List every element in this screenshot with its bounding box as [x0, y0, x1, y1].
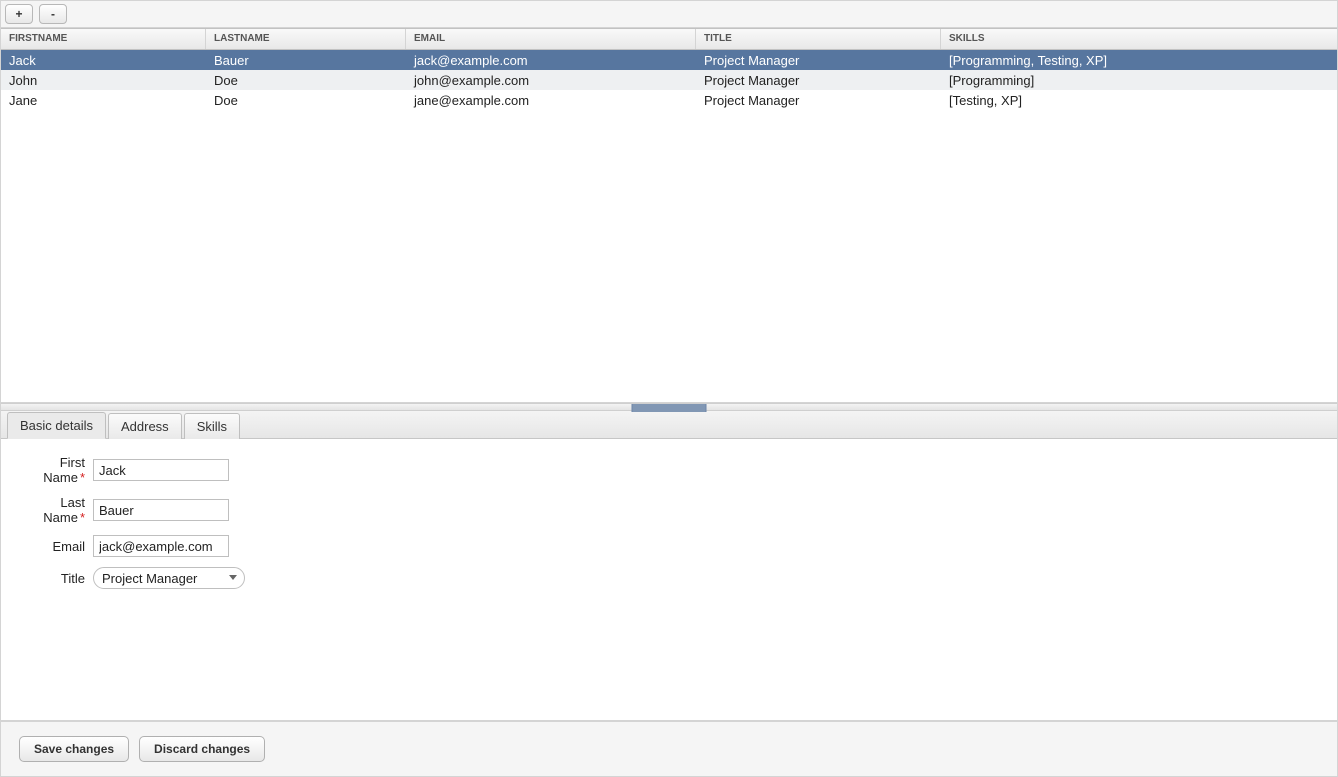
grid-header: FirstName LastName Email Title Skills	[1, 28, 1337, 50]
field-row-email: Email	[19, 535, 1319, 557]
cell-lastname: Doe	[206, 71, 406, 90]
cell-email: jack@example.com	[406, 51, 696, 70]
cell-skills: [Programming]	[941, 71, 1337, 90]
form-basic-details: First Name* Last Name* Email Title	[1, 439, 1337, 720]
field-row-first-name: First Name*	[19, 455, 1319, 485]
cell-firstname: Jack	[1, 51, 206, 70]
tab-skills[interactable]: Skills	[184, 413, 240, 439]
cell-title: Project Manager	[696, 91, 941, 110]
first-name-field[interactable]	[93, 459, 229, 481]
label-first-name: First Name*	[19, 455, 93, 485]
label-last-name: Last Name*	[19, 495, 93, 525]
app-shell: + - FirstName LastName Email Title Skill…	[0, 0, 1338, 777]
table-row[interactable]: John Doe john@example.com Project Manage…	[1, 70, 1337, 90]
title-select[interactable]: Project Manager	[93, 567, 245, 589]
table-row[interactable]: Jane Doe jane@example.com Project Manage…	[1, 90, 1337, 110]
field-row-last-name: Last Name*	[19, 495, 1319, 525]
save-button[interactable]: Save changes	[19, 736, 129, 762]
cell-title: Project Manager	[696, 71, 941, 90]
chevron-down-icon	[226, 571, 240, 585]
toolbar: + -	[1, 1, 1337, 28]
tab-address[interactable]: Address	[108, 413, 182, 439]
column-header-skills[interactable]: Skills	[941, 29, 1337, 49]
detail-panel: Basic details Address Skills First Name*…	[1, 411, 1337, 721]
data-grid: FirstName LastName Email Title Skills Ja…	[1, 28, 1337, 403]
cell-email: john@example.com	[406, 71, 696, 90]
column-header-title[interactable]: Title	[696, 29, 941, 49]
label-email: Email	[19, 539, 93, 554]
cell-skills: [Programming, Testing, XP]	[941, 51, 1337, 70]
add-button[interactable]: +	[5, 4, 33, 24]
split-handle[interactable]	[1, 403, 1337, 411]
cell-lastname: Doe	[206, 91, 406, 110]
cell-lastname: Bauer	[206, 51, 406, 70]
grid-body: Jack Bauer jack@example.com Project Mana…	[1, 50, 1337, 402]
cell-title: Project Manager	[696, 51, 941, 70]
table-row[interactable]: Jack Bauer jack@example.com Project Mana…	[1, 50, 1337, 70]
cell-skills: [Testing, XP]	[941, 91, 1337, 110]
column-header-firstname[interactable]: FirstName	[1, 29, 206, 49]
label-title: Title	[19, 571, 93, 586]
cell-email: jane@example.com	[406, 91, 696, 110]
cell-firstname: John	[1, 71, 206, 90]
footer-actions: Save changes Discard changes	[1, 721, 1337, 776]
remove-button[interactable]: -	[39, 4, 67, 24]
tab-basic-details[interactable]: Basic details	[7, 412, 106, 439]
field-row-title: Title Project Manager	[19, 567, 1319, 589]
column-header-email[interactable]: Email	[406, 29, 696, 49]
tab-bar: Basic details Address Skills	[1, 411, 1337, 439]
column-header-lastname[interactable]: LastName	[206, 29, 406, 49]
title-select-value: Project Manager	[102, 571, 226, 586]
split-grip[interactable]	[632, 404, 707, 412]
discard-button[interactable]: Discard changes	[139, 736, 265, 762]
last-name-field[interactable]	[93, 499, 229, 521]
cell-firstname: Jane	[1, 91, 206, 110]
email-field[interactable]	[93, 535, 229, 557]
required-indicator: *	[80, 470, 85, 485]
required-indicator: *	[80, 510, 85, 525]
